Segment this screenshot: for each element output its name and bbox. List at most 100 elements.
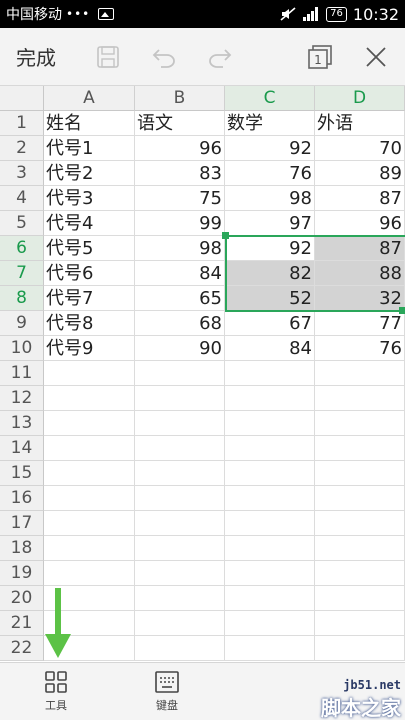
save-icon[interactable] (93, 42, 123, 72)
row-header-11[interactable]: 11 (0, 361, 44, 386)
cell-d20[interactable] (315, 586, 405, 611)
cell-c12[interactable] (225, 386, 315, 411)
cell-a7[interactable]: 代号6 (44, 261, 135, 286)
cell-b4[interactable]: 75 (135, 186, 225, 211)
cell-a4[interactable]: 代号3 (44, 186, 135, 211)
done-button[interactable]: 完成 (16, 42, 56, 71)
cell-b21[interactable] (135, 611, 225, 636)
cell-d13[interactable] (315, 411, 405, 436)
row-header-10[interactable]: 10 (0, 336, 44, 361)
keyboard-tab[interactable]: 键盘 (127, 663, 207, 720)
cell-d7[interactable]: 88 (315, 261, 405, 286)
row-header-19[interactable]: 19 (0, 561, 44, 586)
undo-icon[interactable] (149, 42, 179, 72)
cell-a19[interactable] (44, 561, 135, 586)
cell-c6[interactable]: 92 (225, 236, 315, 261)
row-header-15[interactable]: 15 (0, 461, 44, 486)
row-header-21[interactable]: 21 (0, 611, 44, 636)
cell-d9[interactable]: 77 (315, 311, 405, 336)
row-header-8[interactable]: 8 (0, 286, 44, 311)
cell-b10[interactable]: 90 (135, 336, 225, 361)
cell-c10[interactable]: 84 (225, 336, 315, 361)
row-header-13[interactable]: 13 (0, 411, 44, 436)
cell-a15[interactable] (44, 461, 135, 486)
row-header-16[interactable]: 16 (0, 486, 44, 511)
redo-icon[interactable] (205, 42, 235, 72)
cell-c13[interactable] (225, 411, 315, 436)
cell-b2[interactable]: 96 (135, 136, 225, 161)
column-header-b[interactable]: B (135, 86, 225, 111)
cell-b7[interactable]: 84 (135, 261, 225, 286)
cell-c17[interactable] (225, 511, 315, 536)
sheet-count-icon[interactable]: 1 (305, 42, 335, 72)
cell-c7[interactable]: 82 (225, 261, 315, 286)
cell-d5[interactable]: 96 (315, 211, 405, 236)
cell-c22[interactable] (225, 636, 315, 661)
cell-c3[interactable]: 76 (225, 161, 315, 186)
cell-c9[interactable]: 67 (225, 311, 315, 336)
cell-a2[interactable]: 代号1 (44, 136, 135, 161)
row-header-2[interactable]: 2 (0, 136, 44, 161)
row-header-22[interactable]: 22 (0, 636, 44, 661)
cell-c11[interactable] (225, 361, 315, 386)
cell-b17[interactable] (135, 511, 225, 536)
cell-b15[interactable] (135, 461, 225, 486)
column-header-c[interactable]: C (225, 86, 315, 111)
row-header-18[interactable]: 18 (0, 536, 44, 561)
cell-a6[interactable]: 代号5 (44, 236, 135, 261)
cell-c5[interactable]: 97 (225, 211, 315, 236)
cell-b6[interactable]: 98 (135, 236, 225, 261)
cell-b9[interactable]: 68 (135, 311, 225, 336)
cell-b8[interactable]: 65 (135, 286, 225, 311)
cell-a17[interactable] (44, 511, 135, 536)
row-header-5[interactable]: 5 (0, 211, 44, 236)
close-icon[interactable] (361, 42, 391, 72)
cell-a9[interactable]: 代号8 (44, 311, 135, 336)
cell-a3[interactable]: 代号2 (44, 161, 135, 186)
cell-d18[interactable] (315, 536, 405, 561)
cell-d17[interactable] (315, 511, 405, 536)
cell-b1[interactable]: 语文 (135, 111, 225, 136)
row-header-6[interactable]: 6 (0, 236, 44, 261)
cell-c20[interactable] (225, 586, 315, 611)
cell-d10[interactable]: 76 (315, 336, 405, 361)
cell-d2[interactable]: 70 (315, 136, 405, 161)
cell-b18[interactable] (135, 536, 225, 561)
cell-d8[interactable]: 32 (315, 286, 405, 311)
cell-b3[interactable]: 83 (135, 161, 225, 186)
cell-d12[interactable] (315, 386, 405, 411)
cell-a12[interactable] (44, 386, 135, 411)
cell-c1[interactable]: 数学 (225, 111, 315, 136)
cell-c18[interactable] (225, 536, 315, 561)
cell-a13[interactable] (44, 411, 135, 436)
row-header-3[interactable]: 3 (0, 161, 44, 186)
cell-d11[interactable] (315, 361, 405, 386)
cell-b5[interactable]: 99 (135, 211, 225, 236)
cell-a18[interactable] (44, 536, 135, 561)
cell-b12[interactable] (135, 386, 225, 411)
cell-a8[interactable]: 代号7 (44, 286, 135, 311)
row-header-1[interactable]: 1 (0, 111, 44, 136)
cell-c2[interactable]: 92 (225, 136, 315, 161)
cell-d4[interactable]: 87 (315, 186, 405, 211)
spreadsheet-grid[interactable]: A B C D 1 姓名 语文 数学 外语 2 代号1 96 92 70 3 代号2 83 76 89 4 代号3 75 9… (0, 86, 405, 662)
column-header-d[interactable]: D (315, 86, 405, 111)
row-header-12[interactable]: 12 (0, 386, 44, 411)
row-header-14[interactable]: 14 (0, 436, 44, 461)
cell-a11[interactable] (44, 361, 135, 386)
tools-tab[interactable]: 工具 (16, 663, 96, 720)
cell-c15[interactable] (225, 461, 315, 486)
cell-a14[interactable] (44, 436, 135, 461)
row-header-4[interactable]: 4 (0, 186, 44, 211)
cell-a16[interactable] (44, 486, 135, 511)
cell-b14[interactable] (135, 436, 225, 461)
column-header-a[interactable]: A (44, 86, 135, 111)
cell-b16[interactable] (135, 486, 225, 511)
cell-a1[interactable]: 姓名 (44, 111, 135, 136)
cell-b22[interactable] (135, 636, 225, 661)
select-all-corner[interactable] (0, 86, 44, 111)
cell-d6[interactable]: 87 (315, 236, 405, 261)
cell-a10[interactable]: 代号9 (44, 336, 135, 361)
cell-d19[interactable] (315, 561, 405, 586)
cell-d21[interactable] (315, 611, 405, 636)
